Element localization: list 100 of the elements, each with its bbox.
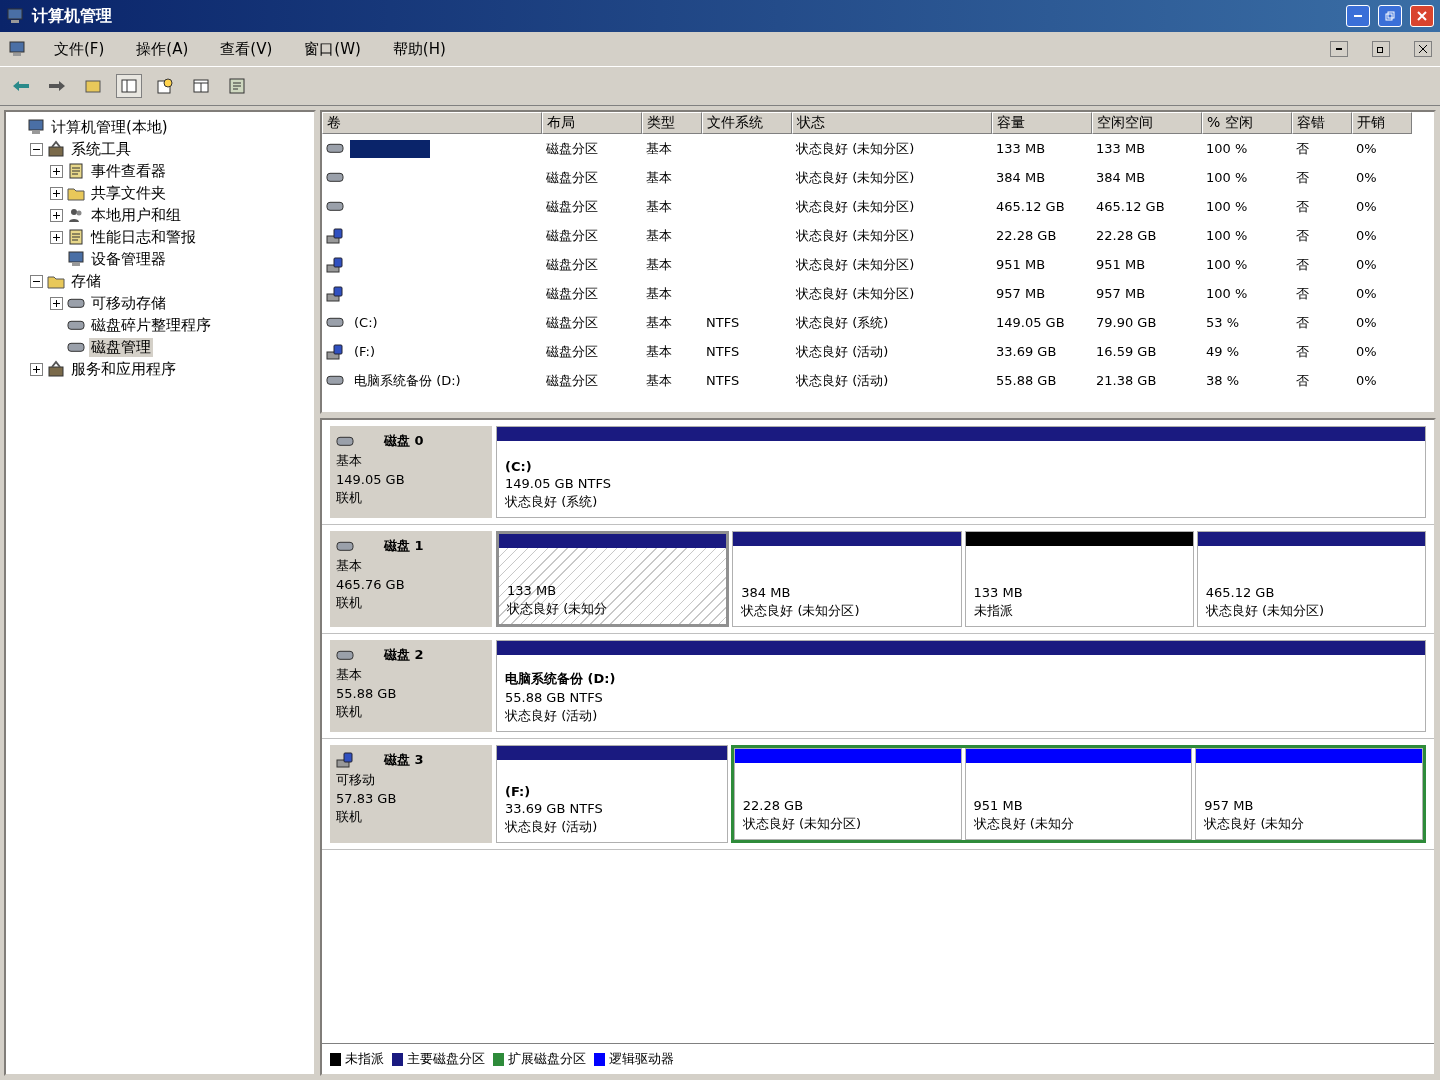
- partition[interactable]: (F:) 33.69 GB NTFS 状态良好 (活动): [496, 745, 728, 843]
- partition[interactable]: (C:) 149.05 GB NTFS 状态良好 (系统): [496, 426, 1426, 518]
- disk-drive-icon: [326, 374, 344, 387]
- table-cell-text: 100 %: [1205, 170, 1249, 185]
- partition[interactable]: 465.12 GB 状态良好 (未知分区): [1196, 531, 1426, 627]
- partition[interactable]: 951 MB 状态良好 (未知分: [964, 748, 1193, 840]
- table-row[interactable]: 磁盘分区 基本 状态良好 (未知分区) 22.28 GB 22.28 GB 100 % 否 0%: [322, 221, 1434, 250]
- menu-item[interactable]: 查看(V): [216, 37, 277, 61]
- table-row[interactable]: (F:) 磁盘分区 基本 NTFS 状态良好 (活动) 33.69 GB 16.59 GB 49 % 否 0%: [322, 337, 1434, 366]
- tree-item[interactable]: 设备管理器: [89, 249, 168, 269]
- tree-pane-icon[interactable]: [116, 74, 142, 98]
- column-header[interactable]: 布局: [542, 112, 642, 134]
- removable-drive-icon: [336, 751, 354, 769]
- table-cell-text: 基本: [645, 139, 673, 158]
- menu-item[interactable]: 文件(F): [50, 37, 109, 61]
- table-cell-text: 384 MB: [995, 170, 1047, 185]
- legend-label: 扩展磁盘分区: [508, 1050, 586, 1068]
- table-row[interactable]: 磁盘分区 基本 状态良好 (未知分区) 133 MB 133 MB 100 % 否 0%: [322, 134, 1434, 163]
- partition[interactable]: 957 MB 状态良好 (未知分: [1195, 748, 1423, 840]
- table-cell-text: 基本: [645, 342, 673, 361]
- expand-toggle[interactable]: [50, 186, 63, 200]
- table-row[interactable]: 磁盘分区 基本 状态良好 (未知分区) 957 MB 957 MB 100 % 否 0%: [322, 279, 1434, 308]
- table-cell-text: 0%: [1355, 257, 1378, 272]
- table-cell-text: 状态良好 (活动): [795, 342, 890, 361]
- menu-item[interactable]: 帮助(H): [388, 37, 450, 61]
- partition[interactable]: 133 MB 未指派: [964, 531, 1194, 627]
- tree-item[interactable]: 服务和应用程序: [69, 359, 178, 379]
- column-header[interactable]: 开销: [1352, 112, 1412, 134]
- partition[interactable]: 384 MB 状态良好 (未知分区): [732, 531, 962, 627]
- close-icon: [1419, 45, 1427, 53]
- table-cell-text: 0%: [1355, 315, 1378, 330]
- partition[interactable]: 22.28 GB 状态良好 (未知分区): [733, 748, 962, 840]
- partition[interactable]: 电脑系统备份 (D:) 55.88 GB NTFS 状态良好 (活动): [496, 640, 1426, 732]
- menu-item[interactable]: 操作(A): [132, 37, 193, 61]
- table-cell-text: (C:): [353, 315, 379, 330]
- table-row[interactable]: (C:) 磁盘分区 基本 NTFS 状态良好 (系统) 149.05 GB 79.90 GB 53 % 否 0%: [322, 308, 1434, 337]
- table-cell-text: 0%: [1355, 199, 1378, 214]
- disk-type: 基本: [336, 557, 363, 575]
- collapse-toggle[interactable]: [30, 274, 43, 288]
- column-header[interactable]: 空闲空间: [1092, 112, 1202, 134]
- table-cell-text: 否: [1295, 371, 1310, 390]
- expand-toggle[interactable]: [50, 296, 63, 310]
- table-cell-text: 否: [1295, 197, 1310, 216]
- table-cell-text: 384 MB: [1095, 170, 1147, 185]
- table-cell-text: 0%: [1355, 228, 1378, 243]
- column-header[interactable]: 状态: [792, 112, 992, 134]
- expand-toggle[interactable]: [50, 230, 63, 244]
- table-cell-text: 100 %: [1205, 286, 1249, 301]
- table-cell-text: 149.05 GB: [995, 315, 1066, 330]
- table-cell-text: 状态良好 (未知分区): [795, 168, 916, 187]
- partition-status: 状态良好 (未知分区): [1205, 602, 1326, 620]
- partition-status: 未指派: [973, 602, 1014, 620]
- collapse-toggle[interactable]: [30, 142, 43, 156]
- tree-item[interactable]: 磁盘碎片整理程序: [89, 315, 213, 335]
- table-cell-text: NTFS: [705, 373, 741, 388]
- table-row[interactable]: 磁盘分区 基本 状态良好 (未知分区) 384 MB 384 MB 100 % 否 0%: [322, 163, 1434, 192]
- partition-status: 状态良好 (活动): [505, 707, 599, 725]
- disk-drive-icon: [326, 142, 344, 155]
- tree-item[interactable]: 磁盘管理: [89, 337, 153, 357]
- log-icon: [67, 228, 85, 246]
- disk-drive-icon: [336, 539, 354, 553]
- restore-icon: [1385, 11, 1395, 21]
- column-header[interactable]: % 空闲: [1202, 112, 1292, 134]
- tree-item[interactable]: 存储: [69, 271, 103, 291]
- computer-icon: [8, 40, 26, 58]
- table-cell-text: 133 MB: [1095, 141, 1147, 156]
- table-cell-text: 0%: [1355, 141, 1378, 156]
- table-cell-text: 100 %: [1205, 199, 1249, 214]
- table-row[interactable]: 磁盘分区 基本 状态良好 (未知分区) 465.12 GB 465.12 GB 100 % 否 0%: [322, 192, 1434, 221]
- column-header[interactable]: 容错: [1292, 112, 1352, 134]
- column-header[interactable]: 卷: [322, 112, 542, 134]
- expand-toggle[interactable]: [30, 362, 43, 376]
- tree-item[interactable]: 计算机管理(本地): [49, 117, 170, 137]
- restore-button[interactable]: [1372, 41, 1390, 57]
- table-row[interactable]: 电脑系统备份 (D:) 磁盘分区 基本 NTFS 状态良好 (活动) 55.88 GB 21.38 GB 38 % 否 0%: [322, 366, 1434, 395]
- tree-item[interactable]: 共享文件夹: [89, 183, 168, 203]
- column-header[interactable]: 类型: [642, 112, 702, 134]
- partition-size: 133 MB: [973, 585, 1024, 600]
- legend-label: 逻辑驱动器: [609, 1050, 674, 1068]
- table-cell-text: 55.88 GB: [995, 373, 1058, 388]
- table-cell-text: 状态良好 (活动): [795, 371, 890, 390]
- tree-item[interactable]: 事件查看器: [89, 161, 168, 181]
- close-button[interactable]: [1414, 41, 1432, 57]
- minimize-button[interactable]: [1330, 41, 1348, 57]
- partition-status: 状态良好 (未知分: [1204, 815, 1306, 833]
- partition-status: 状态良好 (未知分区): [741, 602, 861, 620]
- column-header[interactable]: 容量: [992, 112, 1092, 134]
- expand-toggle[interactable]: [50, 208, 63, 222]
- tree-item[interactable]: 性能日志和警报: [89, 227, 198, 247]
- column-header[interactable]: 文件系统: [702, 112, 792, 134]
- tree-item[interactable]: 本地用户和组: [89, 205, 183, 225]
- tree-item[interactable]: 可移动存储: [89, 293, 168, 313]
- tree-item[interactable]: 系统工具: [69, 139, 133, 159]
- partition-size: 133 MB: [507, 583, 558, 598]
- table-cell-text: 基本: [645, 284, 673, 303]
- partition[interactable]: 133 MB 状态良好 (未知分: [496, 531, 730, 627]
- table-row[interactable]: 磁盘分区 基本 状态良好 (未知分区) 951 MB 951 MB 100 % 否 0%: [322, 250, 1434, 279]
- removable-drive-icon: [326, 284, 344, 303]
- expand-toggle[interactable]: [50, 164, 63, 178]
- menu-item[interactable]: 窗口(W): [300, 37, 365, 61]
